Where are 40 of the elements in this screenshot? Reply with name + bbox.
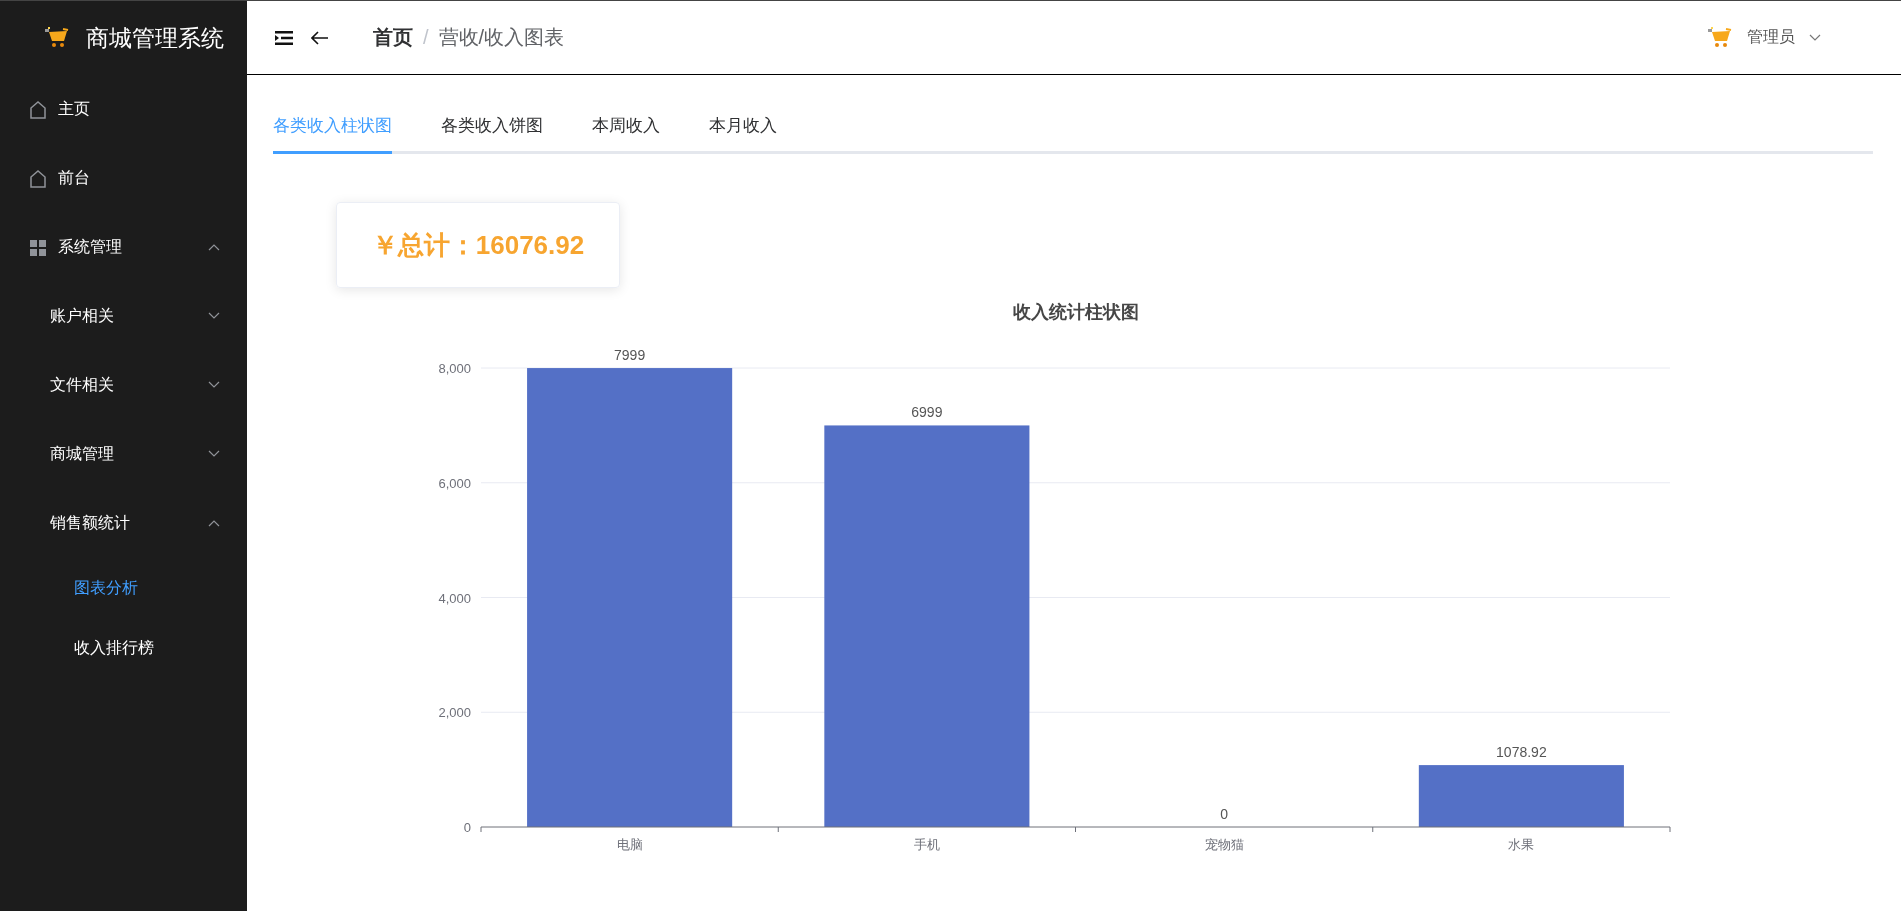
- menu-item[interactable]: 主页: [0, 75, 247, 144]
- bar-value-label: 6999: [911, 404, 943, 421]
- tab[interactable]: 本周收入: [592, 101, 660, 154]
- home-icon: [30, 100, 46, 119]
- tab[interactable]: 各类收入饼图: [441, 101, 543, 154]
- breadcrumb-separator: /: [423, 26, 429, 49]
- cart-logo-icon: [44, 27, 70, 49]
- home-icon: [30, 169, 46, 188]
- chevron-down-icon[interactable]: [1809, 33, 1821, 42]
- tab[interactable]: 本月收入: [709, 101, 777, 154]
- bar-value-label: 1078.92: [1496, 744, 1547, 761]
- x-axis-label: 电脑: [616, 837, 643, 852]
- x-axis-label: 宠物猫: [1204, 837, 1244, 852]
- menu-item[interactable]: 商城管理: [0, 420, 247, 489]
- cart-avatar-icon: [1707, 26, 1733, 49]
- menu-item[interactable]: 前台: [0, 144, 247, 213]
- y-axis-label: 6,000: [438, 475, 471, 491]
- y-axis-label: 0: [463, 820, 471, 835]
- bar-value-label: 0: [1220, 806, 1228, 822]
- menu-item[interactable]: 系统管理: [0, 213, 247, 282]
- chart-title: 收入统计柱状图: [1012, 302, 1139, 322]
- user-menu[interactable]: 管理员: [1747, 27, 1795, 48]
- breadcrumb-link[interactable]: 首页: [373, 24, 413, 51]
- menu-item[interactable]: 账户相关: [0, 282, 247, 351]
- total-card: ￥总计：16076.92: [336, 202, 620, 288]
- app-title: 商城管理系统: [86, 23, 224, 53]
- breadcrumb-current: 营收/收入图表: [438, 25, 565, 50]
- y-axis-label: 4,000: [438, 590, 471, 606]
- menu-item[interactable]: 图表分析: [0, 558, 247, 618]
- y-axis-label: 2,000: [438, 705, 471, 721]
- menu-item[interactable]: 收入排行榜: [0, 618, 247, 678]
- y-axis-label: 8,000: [438, 361, 471, 376]
- back-arrow-icon[interactable]: [311, 30, 329, 45]
- menu-icon[interactable]: [275, 30, 293, 45]
- bar-value-label: 7999: [614, 347, 646, 364]
- menu-item[interactable]: 文件相关: [0, 351, 247, 420]
- x-axis-label: 手机: [913, 837, 940, 852]
- x-axis-label: 水果: [1508, 837, 1535, 852]
- grid-icon: [30, 239, 46, 256]
- menu-item[interactable]: 销售额统计: [0, 489, 247, 558]
